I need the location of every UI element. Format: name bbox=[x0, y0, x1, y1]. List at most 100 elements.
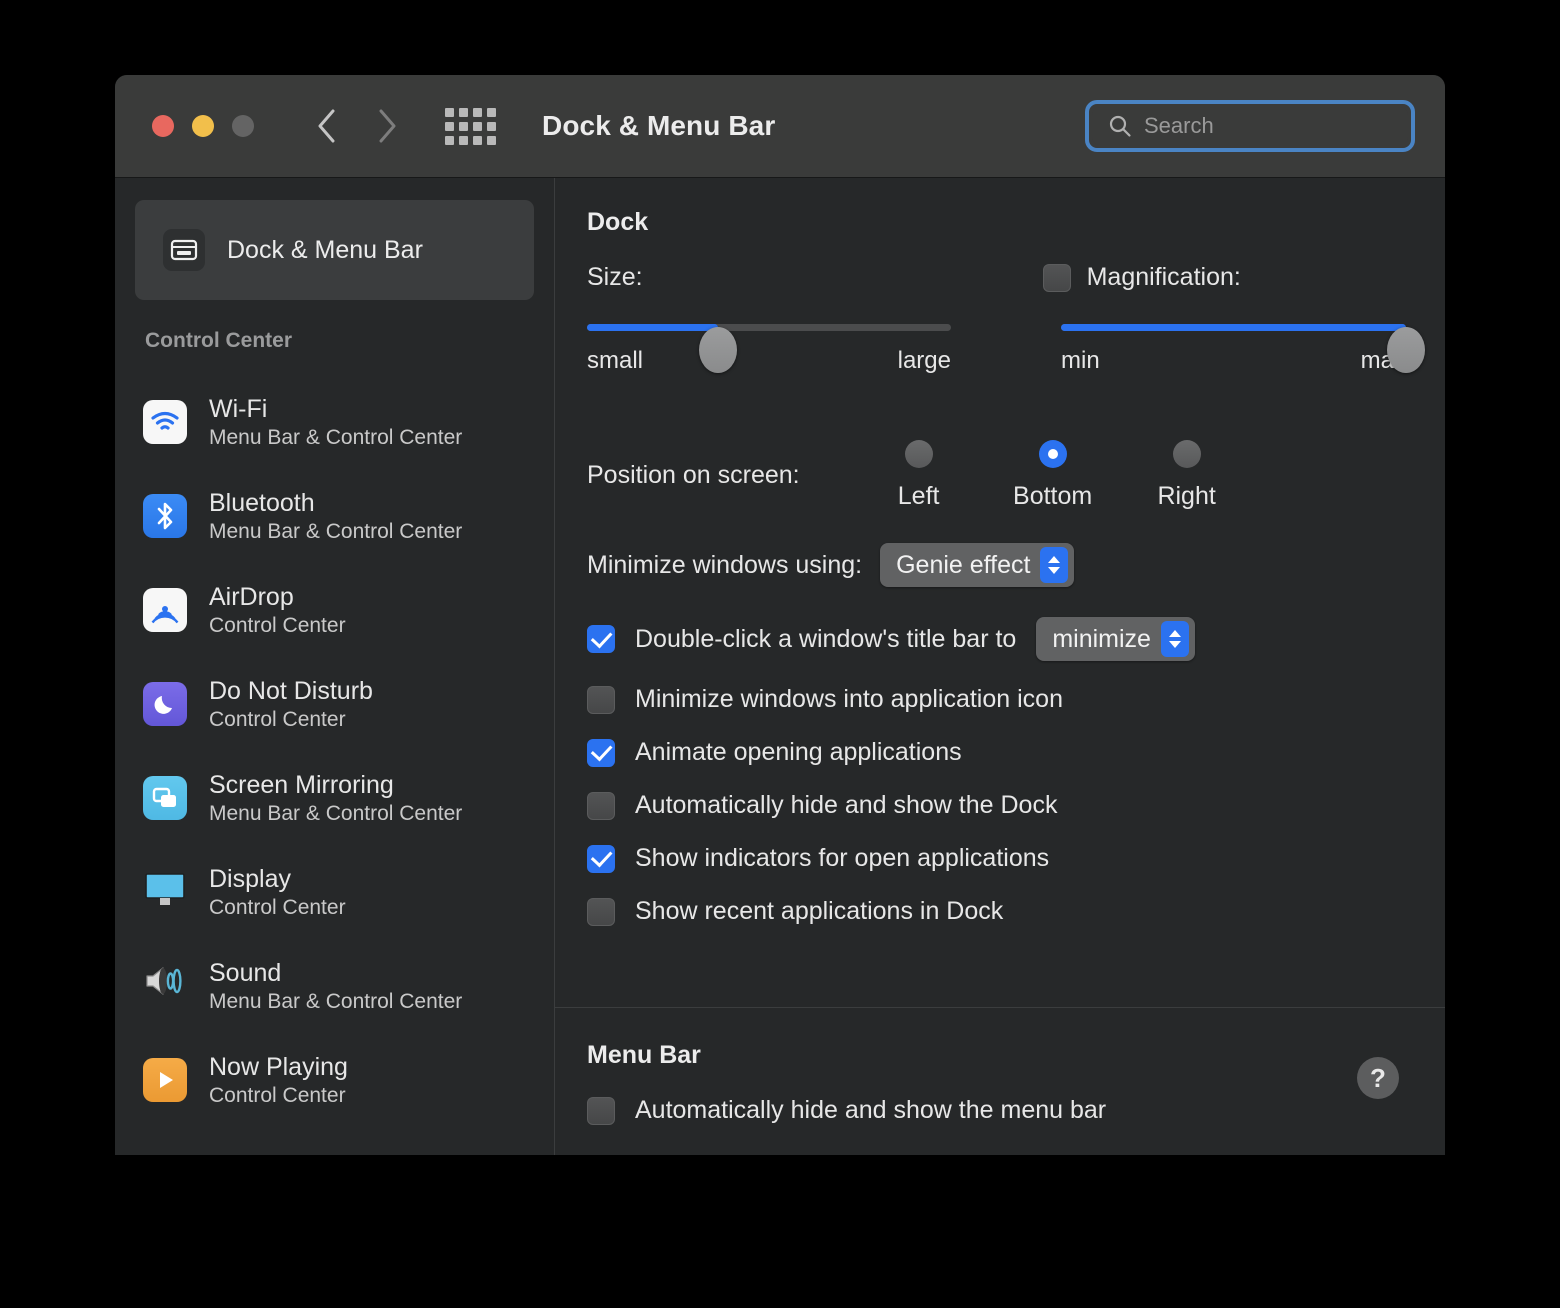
back-button[interactable] bbox=[314, 106, 340, 146]
minimize-effect-stepper[interactable] bbox=[1040, 547, 1069, 583]
magnification-label: Magnification: bbox=[1086, 263, 1241, 291]
sidebar-selected-label: Dock & Menu Bar bbox=[227, 235, 423, 264]
minimize-effect-label: Minimize windows using: bbox=[587, 550, 863, 579]
minimize-into-icon-label: Minimize windows into application icon bbox=[635, 685, 1063, 713]
position-option-bottom[interactable]: Bottom bbox=[986, 440, 1120, 511]
position-on-screen-row: Position on screen: Left Bottom Right bbox=[587, 440, 1445, 511]
position-option-left[interactable]: Left bbox=[852, 440, 986, 511]
sidebar-item-title: Screen Mirroring bbox=[209, 770, 394, 799]
show-recents-label: Show recent applications in Dock bbox=[635, 897, 1004, 925]
sidebar-item-do-not-disturb[interactable]: Do Not Disturb Control Center bbox=[115, 657, 554, 751]
radio-left[interactable] bbox=[904, 440, 933, 468]
search-field[interactable]: Search bbox=[1092, 107, 1408, 145]
content-pane: Dock Size: Magnification: small large mi… bbox=[555, 178, 1445, 1155]
navigation-buttons bbox=[314, 106, 400, 146]
airdrop-icon bbox=[143, 588, 187, 632]
position-label-left: Left bbox=[897, 482, 940, 510]
zoom-button[interactable] bbox=[232, 115, 254, 137]
sidebar-item-title: Sound bbox=[209, 958, 282, 987]
magnification-checkbox[interactable] bbox=[1042, 263, 1071, 292]
screen-mirroring-icon bbox=[143, 776, 187, 820]
moon-icon bbox=[143, 682, 187, 726]
sidebar-item-airdrop[interactable]: AirDrop Control Center bbox=[115, 563, 554, 657]
dock-checkbox-list: Double-click a window's title bar to min… bbox=[587, 617, 1445, 926]
forward-button[interactable] bbox=[374, 106, 400, 146]
position-label-right: Right bbox=[1157, 482, 1216, 510]
sidebar-item-title: Bluetooth bbox=[209, 488, 315, 517]
double-click-checkbox[interactable] bbox=[587, 625, 615, 653]
magnification-min-label: min bbox=[1061, 347, 1100, 374]
sidebar-item-subtitle: Control Center bbox=[209, 1083, 346, 1107]
double-click-action-stepper[interactable] bbox=[1160, 621, 1189, 657]
minimize-into-icon-checkbox[interactable] bbox=[587, 685, 615, 714]
position-on-screen-label: Position on screen: bbox=[587, 461, 800, 489]
dock-size-label: Size: bbox=[587, 263, 643, 291]
double-click-action-popup[interactable]: minimize bbox=[1036, 617, 1195, 661]
magnification-slider-knob[interactable] bbox=[1387, 326, 1425, 373]
search-placeholder: Search bbox=[1144, 113, 1214, 138]
checkbox-row-double-click[interactable]: Double-click a window's title bar to min… bbox=[587, 617, 1445, 661]
dock-size-slider-knob[interactable] bbox=[699, 326, 738, 373]
sidebar-list: Wi-Fi Menu Bar & Control Center Bluetoot bbox=[115, 375, 554, 1127]
dock-section-heading: Dock bbox=[587, 208, 649, 236]
sidebar-item-title: Do Not Disturb bbox=[209, 676, 373, 705]
double-click-action-value: minimize bbox=[1052, 624, 1151, 653]
window-body: Dock & Menu Bar Control Center Wi-Fi Men… bbox=[115, 178, 1445, 1155]
show-recents-checkbox[interactable] bbox=[587, 897, 615, 926]
search-icon bbox=[1108, 114, 1132, 138]
magnification-slider[interactable]: min max bbox=[1061, 324, 1425, 375]
radio-right[interactable] bbox=[1172, 440, 1201, 468]
wifi-icon bbox=[143, 400, 187, 444]
radio-bottom[interactable] bbox=[1038, 440, 1067, 468]
sidebar-item-title: Now Playing bbox=[209, 1052, 348, 1081]
checkbox-row-minimize-into-icon[interactable]: Minimize windows into application icon bbox=[587, 685, 1445, 714]
now-playing-icon bbox=[143, 1058, 187, 1102]
autohide-dock-label: Automatically hide and show the Dock bbox=[635, 791, 1058, 819]
dock-section: Dock Size: Magnification: small large mi… bbox=[555, 178, 1445, 926]
sidebar-item-wifi[interactable]: Wi-Fi Menu Bar & Control Center bbox=[115, 375, 554, 469]
position-option-right[interactable]: Right bbox=[1120, 440, 1254, 511]
sidebar-item-subtitle: Control Center bbox=[209, 895, 346, 919]
sidebar-item-screen-mirroring[interactable]: Screen Mirroring Menu Bar & Control Cent… bbox=[115, 751, 554, 845]
position-label-bottom: Bottom bbox=[1013, 482, 1093, 510]
autohide-dock-checkbox[interactable] bbox=[587, 791, 615, 820]
system-preferences-window: Dock & Menu Bar Search Dock & Menu Bar C… bbox=[115, 75, 1445, 1155]
minimize-button[interactable] bbox=[192, 115, 214, 137]
autohide-menubar-label: Automatically hide and show the menu bar bbox=[635, 1096, 1107, 1124]
sidebar-item-title: Wi-Fi bbox=[209, 394, 268, 423]
sidebar-item-dock-menu-bar[interactable]: Dock & Menu Bar bbox=[135, 200, 534, 300]
page-title: Dock & Menu Bar bbox=[542, 110, 776, 141]
checkbox-row-autohide-menubar[interactable]: Automatically hide and show the menu bar bbox=[587, 1096, 1445, 1125]
dock-sliders: small large min max bbox=[587, 310, 1445, 420]
sidebar-item-subtitle: Control Center bbox=[209, 707, 346, 731]
show-indicators-label: Show indicators for open applications bbox=[635, 844, 1050, 872]
autohide-menubar-checkbox[interactable] bbox=[587, 1096, 615, 1125]
sound-icon bbox=[143, 964, 187, 1008]
sidebar-item-bluetooth[interactable]: Bluetooth Menu Bar & Control Center bbox=[115, 469, 554, 563]
menu-bar-section: Menu Bar Automatically hide and show the… bbox=[555, 1007, 1445, 1155]
sidebar-item-subtitle: Menu Bar & Control Center bbox=[209, 989, 463, 1013]
search-field-focus-ring: Search bbox=[1085, 100, 1415, 152]
dock-size-max-label: large bbox=[897, 347, 951, 374]
checkbox-row-show-indicators[interactable]: Show indicators for open applications bbox=[587, 844, 1445, 873]
close-button[interactable] bbox=[152, 115, 174, 137]
checkbox-row-show-recents[interactable]: Show recent applications in Dock bbox=[587, 897, 1445, 926]
checkbox-row-animate-opening[interactable]: Animate opening applications bbox=[587, 738, 1445, 767]
sidebar-item-now-playing[interactable]: Now Playing Control Center bbox=[115, 1033, 554, 1127]
show-all-grid-icon[interactable] bbox=[445, 107, 496, 145]
sidebar: Dock & Menu Bar Control Center Wi-Fi Men… bbox=[115, 178, 555, 1155]
animate-opening-checkbox[interactable] bbox=[587, 738, 615, 767]
dock-size-slider[interactable]: small large bbox=[587, 324, 951, 375]
minimize-effect-popup[interactable]: Genie effect bbox=[880, 543, 1075, 587]
sidebar-item-display[interactable]: Display Control Center bbox=[115, 845, 554, 939]
checkbox-row-autohide-dock[interactable]: Automatically hide and show the Dock bbox=[587, 791, 1445, 820]
minimize-effect-value: Genie effect bbox=[896, 550, 1031, 579]
animate-opening-label: Animate opening applications bbox=[635, 738, 962, 766]
traffic-lights bbox=[152, 115, 254, 137]
sidebar-item-title: AirDrop bbox=[209, 582, 294, 611]
help-button[interactable]: ? bbox=[1357, 1057, 1399, 1099]
sidebar-item-subtitle: Control Center bbox=[209, 613, 346, 637]
sidebar-item-sound[interactable]: Sound Menu Bar & Control Center bbox=[115, 939, 554, 1033]
show-indicators-checkbox[interactable] bbox=[587, 844, 615, 873]
sidebar-section-header: Control Center bbox=[145, 329, 292, 352]
